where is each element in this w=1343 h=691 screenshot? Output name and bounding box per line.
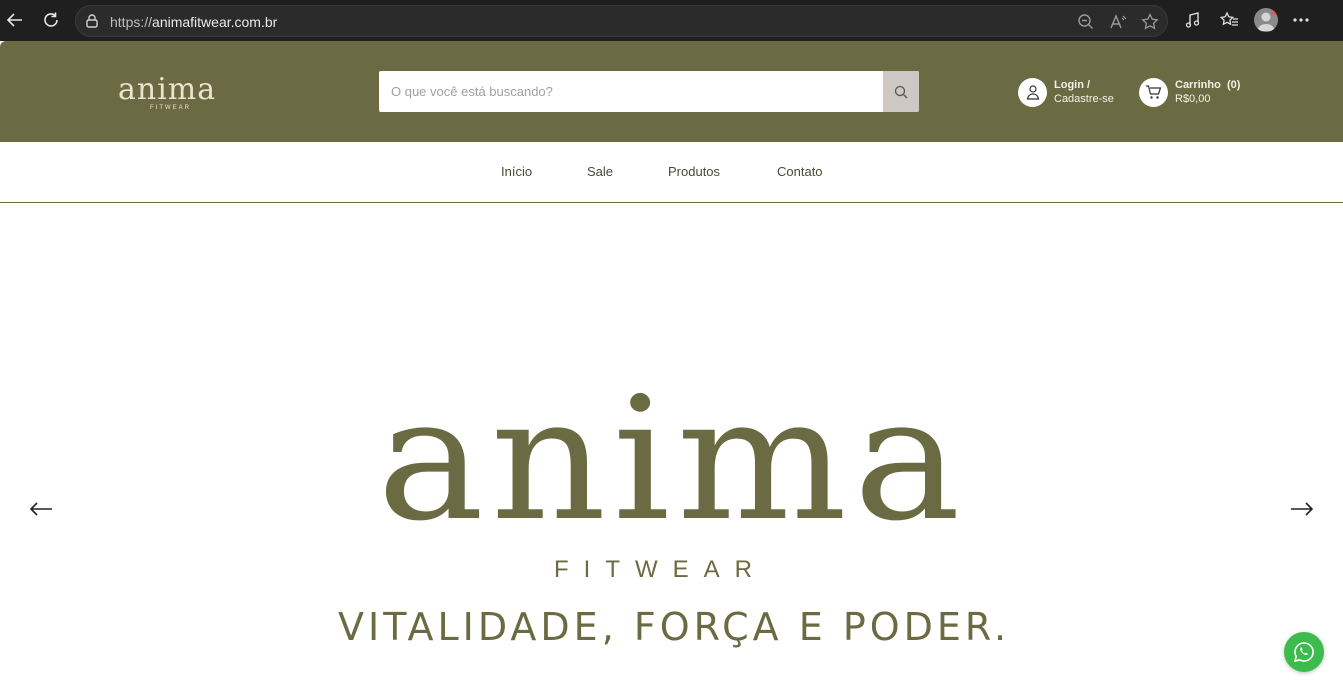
favorites-button[interactable] xyxy=(1218,9,1240,31)
user-icon xyxy=(1018,77,1047,107)
hero-banner: anima FITWEAR VITALIDADE, FORÇA E PODER. xyxy=(0,203,1343,691)
menu-item-contato[interactable]: Contato xyxy=(777,164,823,179)
search-button[interactable] xyxy=(883,71,919,112)
hero-tagline: VITALIDADE, FORÇA E PODER. xyxy=(338,605,1011,649)
profile-icon[interactable] xyxy=(1254,8,1278,32)
media-icon xyxy=(1185,12,1200,28)
login-label: Login / xyxy=(1054,79,1091,91)
zoom-out-icon[interactable] xyxy=(1076,12,1096,32)
cart-title: Carrinho xyxy=(1175,79,1221,91)
cart-text: Carrinho (0) R$0,00 xyxy=(1175,78,1240,106)
hero-wordmark: anima xyxy=(377,378,967,528)
site-logo[interactable]: anima FITWEAR xyxy=(118,71,228,113)
more-button[interactable] xyxy=(1290,9,1312,31)
address-bar[interactable]: https://animafitwear.com.br xyxy=(75,5,1168,37)
signup-label: Cadastre-se xyxy=(1054,93,1114,105)
menu-item-produtos[interactable]: Produtos xyxy=(668,164,720,179)
menu-item-sale[interactable]: Sale xyxy=(587,164,613,179)
hero-logo: anima xyxy=(377,378,967,528)
whatsapp-icon xyxy=(1293,642,1314,663)
back-button[interactable] xyxy=(3,8,27,32)
hero-subtitle: FITWEAR xyxy=(554,556,767,583)
site-header: anima FITWEAR Login / Cadastre-se Carrin… xyxy=(0,41,1343,142)
favorite-star-icon[interactable] xyxy=(1140,12,1160,32)
reload-icon xyxy=(44,12,58,27)
favorites-list-icon xyxy=(1219,11,1238,26)
lock-icon[interactable] xyxy=(84,13,100,29)
url-text[interactable]: https://animafitwear.com.br xyxy=(110,14,277,30)
logo-subtext: FITWEAR xyxy=(150,105,191,111)
read-aloud-icon[interactable] xyxy=(1108,12,1128,32)
carousel-prev-button[interactable] xyxy=(28,500,54,518)
cart-icon xyxy=(1139,77,1168,107)
arrow-left-icon xyxy=(29,502,52,516)
url-domain: animafitwear.com.br xyxy=(152,14,278,30)
carousel-next-button[interactable] xyxy=(1289,500,1315,518)
back-arrow-icon xyxy=(6,13,22,27)
reload-button[interactable] xyxy=(39,8,63,32)
account-text: Login / Cadastre-se xyxy=(1054,78,1114,106)
menu-item-inicio[interactable]: Início xyxy=(501,164,532,179)
cart-count: (0) xyxy=(1226,79,1241,91)
more-icon xyxy=(1293,18,1309,22)
search-input[interactable] xyxy=(379,71,883,112)
arrow-right-icon xyxy=(1291,502,1314,516)
cart-total: R$0,00 xyxy=(1175,93,1211,105)
browser-toolbar: https://animafitwear.com.br xyxy=(0,0,1343,41)
logo-wordmark: anima xyxy=(118,72,216,107)
account-link[interactable]: Login / Cadastre-se xyxy=(1018,76,1114,108)
media-button[interactable] xyxy=(1182,9,1204,31)
main-menu: Início Sale Produtos Contato xyxy=(0,142,1343,203)
cart-link[interactable]: Carrinho (0) R$0,00 xyxy=(1139,76,1240,108)
url-protocol: https:// xyxy=(110,14,153,30)
search-icon xyxy=(894,85,908,98)
whatsapp-button[interactable] xyxy=(1284,632,1324,672)
search-bar xyxy=(379,71,919,112)
